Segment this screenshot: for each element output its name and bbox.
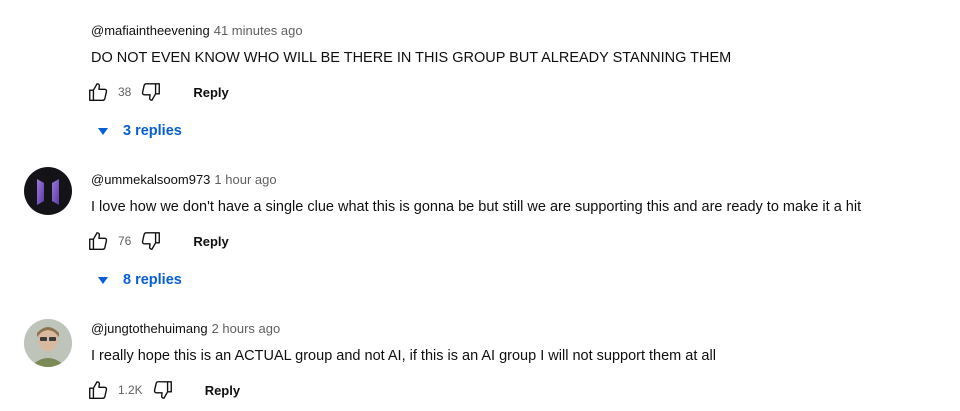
thumbs-up-icon [89, 232, 108, 250]
thumbs-up-icon [89, 381, 108, 399]
thumbs-down-icon [153, 381, 172, 399]
thumbs-up-icon [89, 83, 108, 101]
thumbs-down-icon [142, 83, 161, 101]
reply-button[interactable]: Reply [193, 234, 228, 249]
comment-actions: 38 Reply [86, 80, 229, 104]
view-replies-button[interactable]: 3 replies [98, 123, 182, 139]
like-button[interactable] [86, 229, 110, 253]
comment-author[interactable]: @jungtothehuimang [91, 321, 208, 336]
avatar[interactable] [24, 319, 72, 367]
avatar[interactable] [24, 167, 72, 215]
avatar-logo-icon [37, 179, 59, 205]
like-count: 38 [118, 85, 132, 99]
caret-down-icon [98, 276, 108, 284]
dislike-button[interactable] [139, 229, 163, 253]
like-count: 76 [118, 234, 132, 248]
comment-time[interactable]: 1 hour ago [214, 172, 276, 187]
comment-author[interactable]: @ummekalsoom973 [91, 172, 210, 187]
comment-time[interactable]: 41 minutes ago [214, 23, 303, 38]
comment-actions: 1.2K Reply [86, 378, 240, 402]
like-button[interactable] [86, 378, 110, 402]
dislike-button[interactable] [151, 378, 175, 402]
comment-text: I love how we don't have a single clue w… [91, 199, 862, 215]
comment-header: @jungtothehuimang 2 hours ago [91, 321, 280, 336]
reply-button[interactable]: Reply [193, 85, 228, 100]
replies-label: 3 replies [123, 123, 182, 139]
comment-header: @mafiaintheevening 41 minutes ago [91, 23, 303, 38]
view-replies-button[interactable]: 8 replies [98, 272, 182, 288]
comment-text: DO NOT EVEN KNOW WHO WILL BE THERE IN TH… [91, 50, 732, 66]
caret-down-icon [98, 127, 108, 135]
comment-text: I really hope this is an ACTUAL group an… [91, 348, 716, 364]
comment-author[interactable]: @mafiaintheevening [91, 23, 210, 38]
avatar-photo-icon [24, 319, 72, 367]
replies-label: 8 replies [123, 272, 182, 288]
thumbs-down-icon [142, 232, 161, 250]
like-button[interactable] [86, 80, 110, 104]
comment-header: @ummekalsoom973 1 hour ago [91, 172, 277, 187]
reply-button[interactable]: Reply [205, 383, 240, 398]
dislike-button[interactable] [139, 80, 163, 104]
comment-actions: 76 Reply [86, 229, 229, 253]
comment-time[interactable]: 2 hours ago [212, 321, 281, 336]
like-count: 1.2K [118, 383, 143, 397]
